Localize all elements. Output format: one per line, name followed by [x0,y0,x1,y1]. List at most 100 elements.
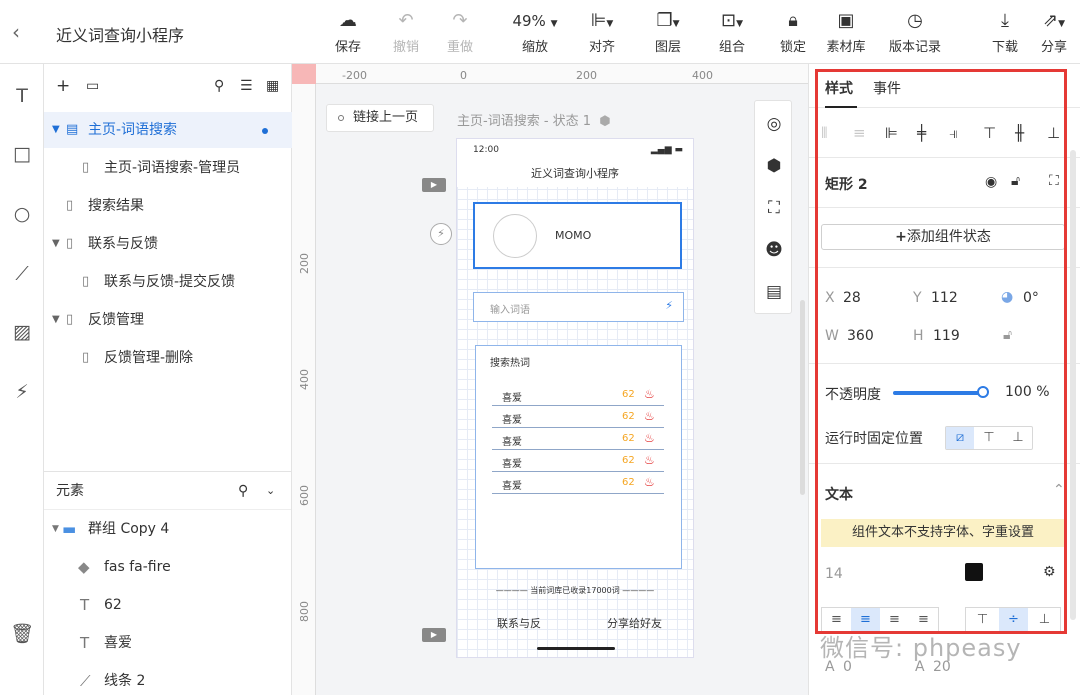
tab-event[interactable]: 事件 [873,78,901,98]
y-input[interactable]: 112 [931,290,958,306]
eye-icon[interactable]: ◉ [985,174,997,190]
lightning-interaction-icon[interactable]: ⚡ [430,223,452,245]
version-history-button[interactable]: ◷ 版本记录 [880,6,950,55]
canvas-scrollbar[interactable] [800,300,805,495]
hot-word-row[interactable]: 喜爱 62 ♨ [492,406,664,428]
tab-style[interactable]: 样式 [825,78,857,108]
layer-button[interactable]: ❐▼ 图层 [640,6,696,55]
align-bottom-icon[interactable]: ⊥ [1047,124,1060,142]
element-item-fire-icon[interactable]: ◆ fas fa-fire [44,548,292,586]
trash-icon[interactable]: 🗑︎ [8,620,36,648]
hot-word-row[interactable]: 喜爱 62 ♨ [492,450,664,472]
crop-icon[interactable]: ⛶ [763,197,785,219]
nav-contact[interactable]: 联系与反 [497,615,541,631]
target-icon[interactable]: ◎ [763,113,785,135]
folder-icon[interactable]: ▭ [86,78,99,94]
lightning-interaction-icon[interactable]: ⚡ [665,299,673,312]
chevron-down-icon[interactable]: ⌄ [266,472,275,510]
element-name[interactable]: 矩形 2 [825,174,868,194]
hot-word-row[interactable]: 喜爱 62 ♨ [492,428,664,450]
layout-template-icon[interactable]: ▤ [763,281,785,303]
sort-list-icon[interactable]: ☰ [240,78,253,94]
search-icon[interactable]: ⚲ [238,472,248,510]
page-item-contact-submit[interactable]: ▯ 联系与反馈-提交反馈 [44,264,292,300]
distribute-vertical-icon[interactable]: ≡ [853,124,866,142]
event-tag-icon[interactable]: ▶ [422,628,446,642]
add-component-state-button[interactable]: +添加组件状态 [821,224,1065,250]
no-fix-icon[interactable]: ⧄ [946,427,974,449]
nav-share[interactable]: 分享给好友 [607,615,662,631]
height-input[interactable]: 119 [933,328,960,344]
page-item-feedback-delete[interactable]: ▯ 反馈管理-删除 [44,340,292,376]
circle-tool-icon[interactable]: ○ [8,200,36,228]
valign-bottom-icon[interactable]: ⊥ [1030,608,1059,632]
font-size-input[interactable]: 14 [825,566,843,582]
fix-bottom-icon[interactable]: ⊥ [1004,427,1032,449]
word-search-input[interactable]: 输入词语 ⚡ [473,292,684,322]
group-button[interactable]: ⊡▼ 组合 [704,6,760,55]
chevron-up-icon[interactable]: ⌃ [1053,482,1065,498]
align-middle-v-icon[interactable]: ╫ [1015,124,1024,142]
search-icon[interactable]: ⚲ [214,78,224,94]
caret-down-icon[interactable]: ▼ [52,510,59,548]
back-arrow-icon[interactable]: ‹ [12,20,20,44]
gear-icon[interactable]: ⚙ [1043,564,1056,580]
zoom-dropdown[interactable]: 49% ▼ 缩放 [500,6,570,55]
emoji-icon[interactable]: ☻ [763,239,785,261]
hot-word-row[interactable]: 喜爱 62 ♨ [492,472,664,494]
line-tool-icon[interactable]: ⟋ [8,260,36,288]
page-item-feedback-admin[interactable]: ▼ ▯ 反馈管理 [44,302,292,338]
link-previous-page-button[interactable]: 链接上一页 [326,104,434,132]
share-button[interactable]: ⇗▼ 分享 [1028,6,1080,55]
cube-icon[interactable]: ⬢ [763,155,785,177]
page-item-home[interactable]: ▼ ▤ 主页-词语搜索 [44,112,292,148]
redo-button[interactable]: ↷ 重做 [432,6,488,55]
lock-button[interactable]: 🔒︎ 锁定 [765,6,821,55]
hotspot-tool-icon[interactable]: ⚡ [8,378,36,406]
caret-down-icon[interactable]: ▼ [52,226,60,262]
add-page-icon[interactable]: + [56,76,70,96]
download-button[interactable]: ⤓ 下载 [977,6,1033,55]
page-item-search-results[interactable]: ▯ 搜索结果 [44,188,292,224]
assets-button[interactable]: ▣ 素材库 [818,6,874,55]
properties-scrollbar[interactable] [1070,150,1076,620]
fix-top-icon[interactable]: ⊤ [975,427,1003,449]
hexagon-settings-icon[interactable]: ⬢ [599,114,610,129]
grid-view-icon[interactable]: ▦ [266,78,279,94]
page-state-label[interactable]: 主页-词语搜索 - 状态 1 ⬢ [457,110,611,129]
aspect-lock-icon[interactable]: 🔓︎ [1003,327,1012,343]
align-left-icon[interactable]: ⊫ [885,124,898,142]
align-top-icon[interactable]: ⊤ [983,124,996,142]
element-item-text-like[interactable]: T 喜爱 [44,624,292,662]
unlock-icon[interactable]: 🔓︎ [1011,173,1020,189]
text-tool-icon[interactable]: T [8,82,36,110]
align-button[interactable]: ⊫▼ 对齐 [574,6,630,55]
width-input[interactable]: 360 [847,328,874,344]
image-tool-icon[interactable]: ▨ [8,318,36,346]
element-item-group[interactable]: ▼ ▬ 群组 Copy 4 [44,510,292,548]
hot-word-row[interactable]: 喜爱 62 ♨ [492,384,664,406]
caret-down-icon[interactable]: ▼ [52,112,60,148]
opacity-slider-handle[interactable] [977,386,989,398]
caret-down-icon[interactable]: ▼ [52,302,60,338]
opacity-slider[interactable] [893,391,983,395]
save-button[interactable]: ☁ 保存 [320,6,376,55]
phone-artboard[interactable]: 12:00 ▂▄▆ ▬ 近义词查询小程序 MOMO 输入词语 ⚡ 搜索热词 喜爱… [456,138,694,658]
text-color-swatch[interactable] [965,563,983,581]
rectangle-tool-icon[interactable]: □ [8,140,36,168]
distribute-horizontal-icon[interactable]: ⦀ [821,124,828,142]
element-item-line[interactable]: ⟋ 线条 2 [44,662,292,695]
undo-button[interactable]: ↶ 撤销 [378,6,434,55]
align-center-h-icon[interactable]: ╪ [917,124,926,142]
align-right-icon[interactable]: ⫣ [949,124,958,142]
hot-words-card: 搜索热词 喜爱 62 ♨ 喜爱 62 ♨ 喜爱 62 ♨ 喜爱 62 ♨ 喜爱 … [475,345,682,569]
page-item-contact[interactable]: ▼ ▯ 联系与反馈 [44,226,292,262]
user-card[interactable]: MOMO [473,202,682,269]
page-item-home-admin[interactable]: ▯ 主页-词语搜索-管理员 [44,150,292,186]
expand-icon[interactable]: ⛶ [1049,173,1059,189]
x-input[interactable]: 28 [843,290,861,306]
rotation-input[interactable]: 0° [1023,290,1039,306]
element-item-text-62[interactable]: T 62 [44,586,292,624]
event-tag-icon[interactable]: ▶ [422,178,446,192]
opacity-input[interactable]: 100 % [1005,384,1050,400]
